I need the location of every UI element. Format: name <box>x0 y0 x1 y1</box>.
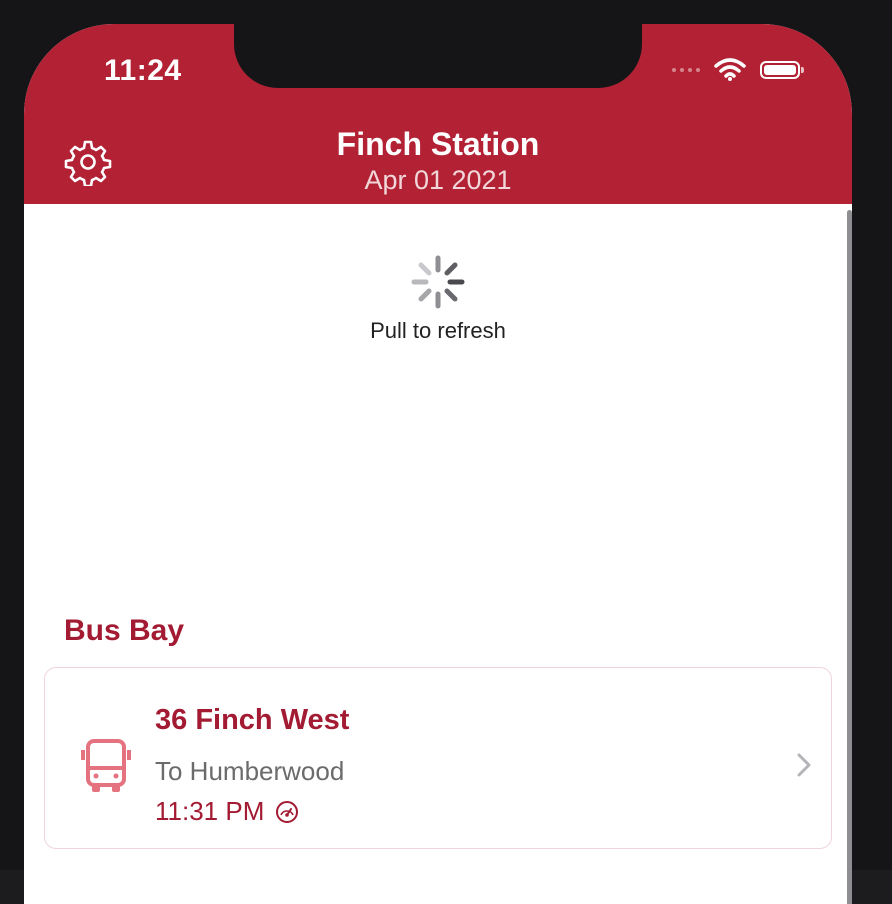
app-screen: 11:24 Finch Station Apr 01 2021 Pull to … <box>24 24 852 904</box>
device-notch <box>234 24 642 88</box>
gauge-icon <box>276 800 299 823</box>
cellular-signal-icon <box>672 68 700 72</box>
route-name: 36 Finch West <box>155 704 350 736</box>
departure-card[interactable]: 36 Finch West To Humberwood 11:31 PM <box>44 667 832 849</box>
status-time: 11:24 <box>104 54 182 87</box>
departure-time-row: 11:31 PM <box>155 796 300 827</box>
scrollbar[interactable] <box>847 210 852 904</box>
page-title: Finch Station <box>336 126 540 162</box>
title-block: Finch Station Apr 01 2021 <box>24 124 852 196</box>
section-title: Bus Bay <box>64 614 185 647</box>
navigation-header: 11:24 Finch Station Apr 01 2021 <box>24 24 852 204</box>
battery-icon <box>760 61 804 79</box>
departures-list[interactable]: Pull to refresh Bus Bay 36 Finch West To… <box>24 204 852 904</box>
wifi-icon <box>714 58 746 81</box>
pull-to-refresh-label: Pull to refresh <box>370 318 506 343</box>
page-subtitle-date: Apr 01 2021 <box>364 165 512 195</box>
status-icons <box>672 58 804 82</box>
activity-spinner-icon <box>411 255 465 309</box>
chevron-right-icon[interactable] <box>795 750 813 780</box>
route-destination: To Humberwood <box>155 756 345 786</box>
departure-time: 11:31 PM <box>155 796 265 826</box>
bus-icon <box>81 739 131 792</box>
